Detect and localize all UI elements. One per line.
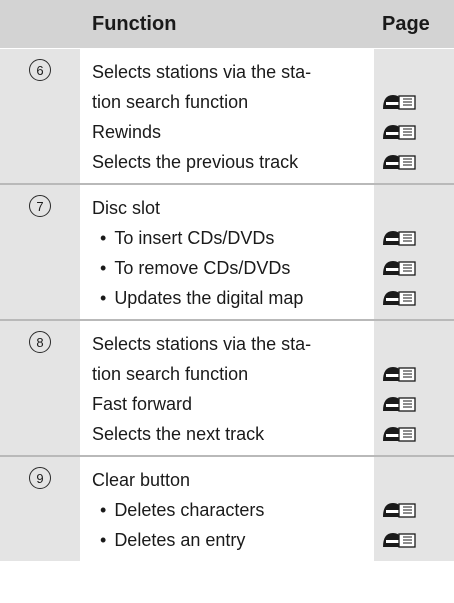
function-cell: Clear button Deletes charactersDeletes an… — [80, 457, 374, 561]
function-cell: Selects stations via the sta-tion search… — [80, 49, 374, 183]
table-row: 8 Selects stations via the sta-tion searc… — [0, 321, 454, 457]
bullet-item: To remove CDs/DVDs — [92, 253, 374, 283]
page-reference-icon[interactable] — [382, 501, 416, 519]
page-ref-slot — [382, 419, 454, 449]
page-cell — [374, 185, 454, 319]
page-ref-slot — [382, 193, 454, 223]
item-number: 8 — [29, 331, 51, 353]
page-reference-icon[interactable] — [382, 531, 416, 549]
item-number: 6 — [29, 59, 51, 81]
page-ref-slot — [382, 495, 454, 525]
item-number-cell: 9 — [0, 457, 80, 561]
function-text: Disc slot — [92, 198, 161, 218]
page-column-header: Page — [382, 12, 430, 35]
page-reference-icon[interactable] — [382, 365, 416, 383]
page-ref-slot — [382, 283, 454, 313]
table-row: 7 Disc slot To insert CDs/DVDsTo remove CD… — [0, 185, 454, 321]
bullet-item: To insert CDs/DVDs — [92, 223, 374, 253]
page-ref-slot — [382, 57, 454, 87]
page-cell — [374, 457, 454, 561]
page-reference-icon[interactable] — [382, 229, 416, 247]
page-ref-slot — [382, 87, 454, 117]
page-reference-icon[interactable] — [382, 123, 416, 141]
function-text: Selects stations via the sta- — [92, 62, 312, 82]
bullet-item: Updates the digital map — [92, 283, 374, 313]
function-cell: Disc slot To insert CDs/DVDsTo remove CDs… — [80, 185, 374, 319]
function-text: Selects the previous track — [92, 152, 299, 172]
page-ref-slot — [382, 465, 454, 495]
function-text: Clear button — [92, 470, 191, 490]
function-text: Selects the next track — [92, 424, 265, 444]
item-number-cell: 7 — [0, 185, 80, 319]
page-ref-slot — [382, 329, 454, 359]
item-number-cell: 6 — [0, 49, 80, 183]
table-row: 9 Clear button Deletes charactersDeletes a… — [0, 457, 454, 561]
function-column-header: Function — [92, 12, 177, 35]
page-reference-icon[interactable] — [382, 259, 416, 277]
page-ref-slot — [382, 389, 454, 419]
table-row: 6 Selects stations via the sta-tion searc… — [0, 49, 454, 185]
table-header: Function Page — [0, 0, 454, 49]
page-ref-slot — [382, 253, 454, 283]
page-ref-slot — [382, 117, 454, 147]
page-cell — [374, 49, 454, 183]
item-number: 7 — [29, 195, 51, 217]
bullet-item: Deletes characters — [92, 495, 374, 525]
page-reference-icon[interactable] — [382, 395, 416, 413]
page-ref-slot — [382, 223, 454, 253]
function-cell: Selects stations via the sta-tion search… — [80, 321, 374, 455]
function-text: tion search function — [92, 92, 249, 112]
item-number: 9 — [29, 467, 51, 489]
page-reference-icon[interactable] — [382, 93, 416, 111]
page-ref-slot — [382, 525, 454, 555]
page-cell — [374, 321, 454, 455]
function-text: tion search function — [92, 364, 249, 384]
item-number-cell: 8 — [0, 321, 80, 455]
table-body: 6 Selects stations via the sta-tion searc… — [0, 49, 454, 561]
function-text: Fast forward — [92, 394, 193, 414]
bullet-item: Deletes an entry — [92, 525, 374, 555]
page-reference-icon[interactable] — [382, 153, 416, 171]
function-text: Selects stations via the sta- — [92, 334, 312, 354]
function-table: Function Page 6 Selects stations via the … — [0, 0, 454, 561]
page-reference-icon[interactable] — [382, 289, 416, 307]
page-reference-icon[interactable] — [382, 425, 416, 443]
page-ref-slot — [382, 147, 454, 177]
function-text: Rewinds — [92, 122, 162, 142]
page-ref-slot — [382, 359, 454, 389]
